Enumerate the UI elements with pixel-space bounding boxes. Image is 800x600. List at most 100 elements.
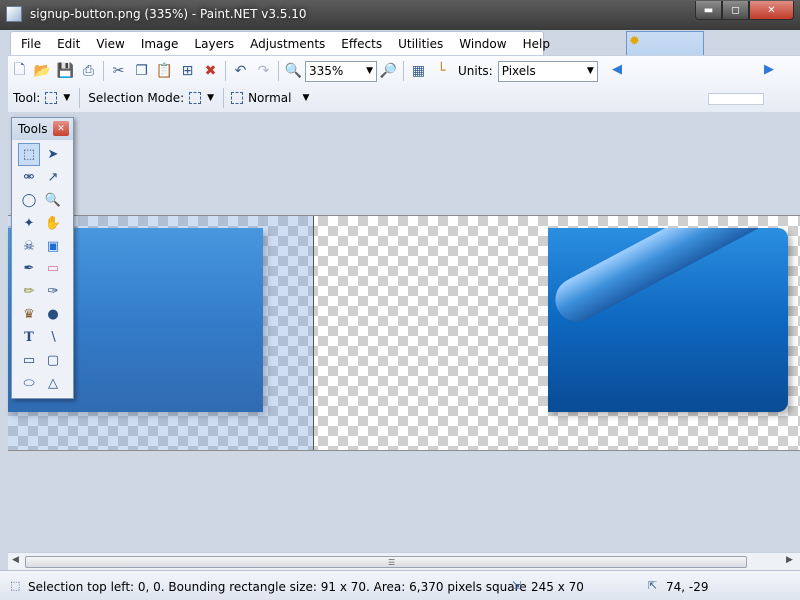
line-curve-tool[interactable]: ∖ bbox=[42, 326, 64, 349]
deselect-icon: ✖ bbox=[204, 63, 217, 79]
toolbar-separator bbox=[79, 88, 81, 108]
eraser-tool[interactable]: ▭ bbox=[42, 257, 64, 280]
deselect-button[interactable]: ✖ bbox=[199, 60, 222, 82]
paintbrush-tool[interactable]: ✒ bbox=[18, 257, 40, 280]
tool-chevron-down-icon[interactable]: ▼ bbox=[57, 93, 76, 103]
zoom-in-button[interactable]: 🔎 bbox=[377, 60, 400, 82]
window-title: signup-button.png (335%) - Paint.NET v3.… bbox=[30, 7, 307, 21]
blend-mode-chevron-down-icon[interactable]: ▼ bbox=[296, 93, 315, 103]
rulers-toggle-button[interactable]: └ bbox=[430, 60, 453, 82]
menu-file[interactable]: File bbox=[13, 32, 49, 56]
menu-utilities[interactable]: Utilities bbox=[390, 32, 451, 56]
selection-mode-chevron-down-icon[interactable]: ▼ bbox=[201, 93, 220, 103]
zoom-out-button[interactable]: 🔍 bbox=[282, 60, 305, 82]
cut-button[interactable]: ✂ bbox=[107, 60, 130, 82]
selection-icon: ⬚ bbox=[10, 579, 21, 592]
zoom-value: 335% bbox=[309, 63, 344, 78]
ellipse-tool[interactable]: ⬭ bbox=[18, 372, 40, 395]
magnifier-icon: 🔍 bbox=[44, 192, 62, 208]
close-button[interactable]: ✕ bbox=[749, 1, 794, 20]
ruler-icon: └ bbox=[437, 63, 446, 79]
move-selected-pixels-tool[interactable]: ➤ bbox=[42, 143, 64, 166]
pan-tool[interactable]: ✋ bbox=[42, 212, 64, 235]
status-bar: ⬚ Selection top left: 0, 0. Bounding rec… bbox=[0, 570, 800, 600]
rectangle-select-tool[interactable]: ⬚ bbox=[18, 143, 40, 166]
crop-button[interactable]: ⊞ bbox=[176, 60, 199, 82]
rounded-rectangle-tool[interactable]: ▢ bbox=[42, 349, 64, 372]
new-file-icon: 🗋 bbox=[13, 62, 26, 78]
ellipse-select-tool[interactable]: ◯ bbox=[18, 189, 40, 212]
menu-help[interactable]: Help bbox=[515, 32, 558, 56]
tools-window-close-button[interactable]: ✕ bbox=[53, 121, 69, 136]
new-image-button[interactable]: 🗋 bbox=[8, 60, 31, 82]
menu-layers[interactable]: Layers bbox=[186, 32, 242, 56]
minimize-button[interactable]: ▬ bbox=[695, 1, 722, 20]
thumbnails-filter-box[interactable] bbox=[708, 93, 764, 105]
lasso-select-tool[interactable]: ⚮ bbox=[18, 166, 40, 189]
thumbnails-scroll-left-icon[interactable]: ◀ bbox=[612, 62, 622, 77]
scrollbar-thumb[interactable]: ☰ bbox=[25, 556, 747, 568]
blend-mode-value[interactable]: Normal bbox=[243, 91, 296, 105]
menu-view[interactable]: View bbox=[88, 32, 132, 56]
text-tool[interactable]: T bbox=[18, 326, 40, 349]
paintnet-app-icon[interactable] bbox=[6, 6, 22, 22]
paste-button[interactable]: 📋 bbox=[153, 60, 176, 82]
thumbnails-scroll-right-icon[interactable]: ▶ bbox=[764, 62, 774, 77]
rectangle-select-icon[interactable] bbox=[45, 92, 58, 104]
clone-stamp-icon: ♛ bbox=[23, 307, 35, 323]
menu-image[interactable]: Image bbox=[133, 32, 187, 56]
color-picker-tool[interactable]: ✑ bbox=[42, 280, 64, 303]
scroll-left-arrow-icon[interactable]: ◀ bbox=[12, 555, 19, 565]
blue-button-image-right bbox=[548, 228, 788, 412]
clone-stamp-tool[interactable]: ♛ bbox=[18, 303, 40, 326]
paint-bucket-tool[interactable]: ☠ bbox=[18, 235, 40, 258]
pencil-tool[interactable]: ✏ bbox=[18, 280, 40, 303]
horizontal-scrollbar[interactable]: ◀ ☰ ▶ bbox=[8, 552, 800, 570]
menu-adjustments[interactable]: Adjustments bbox=[242, 32, 333, 56]
selection-mode-replace-icon[interactable] bbox=[189, 92, 202, 104]
move-selection-tool[interactable]: ↗ bbox=[42, 166, 64, 189]
rectangle-tool[interactable]: ▭ bbox=[18, 349, 40, 372]
eraser-icon: ▭ bbox=[46, 261, 60, 277]
recolor-tool[interactable]: ● bbox=[42, 303, 64, 326]
print-button[interactable]: ⎙ bbox=[77, 60, 100, 82]
save-button[interactable]: 💾 bbox=[54, 60, 77, 82]
menu-edit[interactable]: Edit bbox=[49, 32, 88, 56]
open-button[interactable]: 📂 bbox=[31, 60, 54, 82]
canvas-area[interactable] bbox=[8, 112, 800, 552]
units-combo[interactable]: Pixels ▼ bbox=[497, 60, 598, 82]
rectangle-icon: ▭ bbox=[22, 352, 36, 368]
move-selection-icon: ↗ bbox=[47, 169, 59, 185]
zoom-out-icon: 🔍 bbox=[284, 63, 303, 79]
pen-graphic bbox=[548, 228, 788, 330]
title-bar: signup-button.png (335%) - Paint.NET v3.… bbox=[0, 0, 800, 30]
maximize-button[interactable]: ◻ bbox=[722, 1, 749, 20]
recolor-icon: ● bbox=[47, 307, 59, 323]
save-icon: 💾 bbox=[56, 63, 75, 79]
minimize-icon: ▬ bbox=[703, 4, 714, 16]
gradient-tool[interactable]: ▣ bbox=[42, 235, 64, 258]
magic-wand-icon: ✦ bbox=[23, 215, 35, 231]
scroll-right-arrow-icon[interactable]: ▶ bbox=[786, 555, 793, 565]
freeform-shape-icon: △ bbox=[48, 375, 58, 391]
rectangle-select-icon: ⬚ bbox=[22, 146, 36, 162]
menu-window[interactable]: Window bbox=[451, 32, 514, 56]
tools-window-title: Tools bbox=[18, 122, 48, 136]
magic-wand-tool[interactable]: ✦ bbox=[18, 212, 40, 235]
redo-button[interactable]: ↷ bbox=[252, 60, 275, 82]
copy-button[interactable]: ❐ bbox=[130, 60, 153, 82]
antialias-icon[interactable] bbox=[231, 92, 244, 104]
undo-button[interactable]: ↶ bbox=[229, 60, 252, 82]
grid-toggle-button[interactable]: ▦ bbox=[407, 60, 430, 82]
freeform-shape-tool[interactable]: △ bbox=[42, 372, 64, 395]
move-arrow-icon: ➤ bbox=[47, 146, 59, 162]
paint-bucket-icon: ☠ bbox=[23, 238, 35, 254]
zoom-combo[interactable]: 335% ▼ bbox=[305, 60, 377, 82]
tool-label: Tool: bbox=[13, 91, 41, 105]
zoom-tool[interactable]: 🔍 bbox=[42, 189, 64, 212]
menu-effects[interactable]: Effects bbox=[333, 32, 390, 56]
scrollbar-grip-icon: ☰ bbox=[388, 558, 396, 567]
image-canvas[interactable] bbox=[8, 215, 800, 451]
image-size-icon: ⇲ bbox=[512, 579, 522, 592]
selection-info: Selection top left: 0, 0. Bounding recta… bbox=[28, 580, 527, 594]
